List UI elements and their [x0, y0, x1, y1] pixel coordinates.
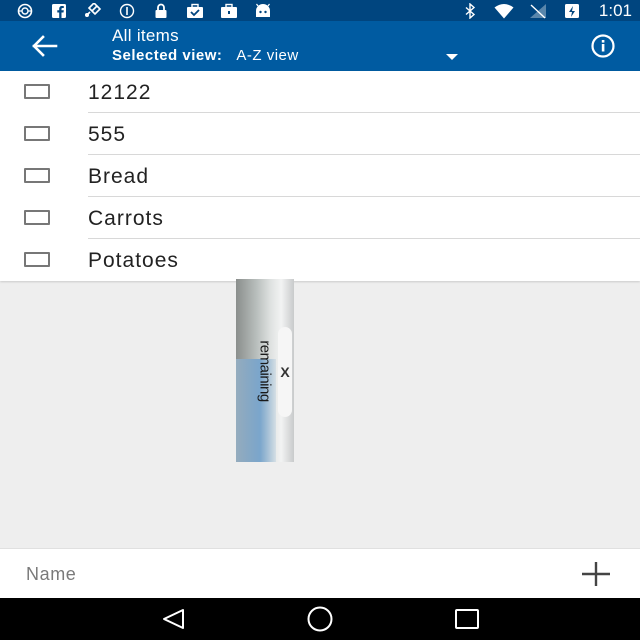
add-item-bar: [0, 548, 640, 598]
item-label: Potatoes: [88, 249, 179, 272]
minus-circle-icon: [116, 3, 138, 19]
item-label: 555: [88, 123, 127, 146]
battery-charging-icon: [561, 3, 583, 19]
ad-text: remaining: [256, 340, 274, 402]
status-time: 1:01: [598, 0, 632, 20]
lock-icon: [150, 3, 172, 19]
item-checkbox[interactable]: [24, 168, 50, 183]
add-button[interactable]: [580, 562, 612, 586]
item-list: 12122 555 Bread Carrots Potatoes: [0, 71, 640, 281]
item-checkbox[interactable]: [24, 252, 50, 267]
list-item[interactable]: Potatoes: [0, 239, 640, 281]
page-title: All items: [112, 26, 179, 45]
android-icon: [252, 3, 274, 19]
item-label: Bread: [88, 165, 150, 188]
status-bar: 1:01: [0, 0, 640, 21]
status-right-icons: 1:01: [459, 1, 632, 21]
circle-home-icon: [307, 606, 333, 632]
square-recents-icon: [454, 609, 479, 629]
title-block: All items Selected view: A-Z view: [112, 26, 472, 66]
item-label: Carrots: [88, 207, 164, 230]
item-checkbox[interactable]: [24, 84, 50, 99]
back-arrow-icon: [32, 35, 58, 57]
list-item[interactable]: Bread: [0, 155, 640, 197]
selected-view-label: Selected view:: [112, 47, 223, 64]
briefcase-check-icon: [184, 3, 206, 19]
plus-icon: [582, 562, 610, 586]
facebook-icon: [48, 3, 70, 19]
info-icon: [591, 34, 615, 58]
ad-banner[interactable]: remaining X: [236, 279, 294, 462]
bluetooth-icon: [459, 2, 481, 19]
nav-back-button[interactable]: [153, 604, 193, 634]
dropdown-arrow-icon[interactable]: [446, 54, 458, 60]
view-selector[interactable]: Selected view: A-Z view: [112, 46, 472, 66]
app-bar: All items Selected view: A-Z view: [0, 21, 640, 71]
item-checkbox[interactable]: [24, 210, 50, 225]
name-input[interactable]: [16, 557, 556, 591]
wifi-icon: [493, 3, 515, 19]
back-button[interactable]: [28, 32, 60, 60]
nav-home-button[interactable]: [300, 604, 340, 634]
info-button[interactable]: [586, 34, 620, 58]
list-item[interactable]: 555: [0, 113, 640, 155]
triangle-back-icon: [163, 609, 185, 629]
nav-recents-button[interactable]: [447, 604, 487, 634]
selected-view-value: A-Z view: [236, 47, 299, 64]
no-signal-icon: [527, 3, 549, 19]
list-item[interactable]: Carrots: [0, 197, 640, 239]
item-checkbox[interactable]: [24, 126, 50, 141]
satellite-icon: [82, 2, 104, 19]
status-left-icons: [14, 2, 274, 19]
briefcase-icon: [218, 3, 240, 19]
ad-close-button[interactable]: X: [278, 364, 292, 380]
item-label: 12122: [88, 81, 152, 104]
navigation-bar: [0, 598, 640, 640]
settings-wheel-icon: [14, 3, 36, 19]
list-item[interactable]: 12122: [0, 71, 640, 113]
